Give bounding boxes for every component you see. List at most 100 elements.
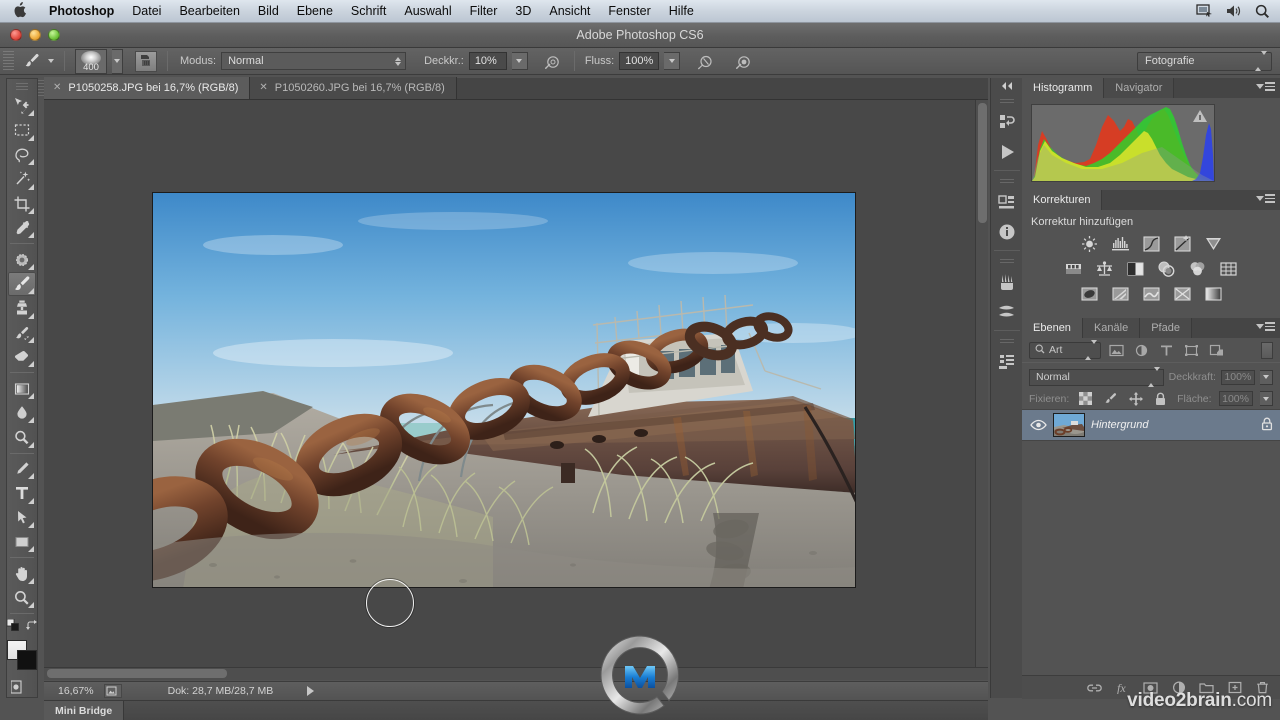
- curves-icon[interactable]: [1140, 235, 1162, 253]
- pen-tool[interactable]: [8, 457, 36, 481]
- brush-panel-toggle-button[interactable]: [135, 50, 157, 72]
- black-white-icon[interactable]: [1125, 260, 1147, 278]
- brush-panel-icon[interactable]: [992, 267, 1022, 297]
- volume-icon[interactable]: [1226, 4, 1242, 18]
- hue-saturation-icon[interactable]: [1063, 260, 1085, 278]
- filter-smartobject-icon[interactable]: [1207, 341, 1226, 359]
- document-tab-p1050258[interactable]: ✕ P1050258.JPG bei 16,7% (RGB/8): [44, 77, 251, 99]
- canvas-vertical-scrollbar[interactable]: [975, 100, 988, 680]
- brush-size-stepper[interactable]: [112, 48, 123, 74]
- layer-fill-input[interactable]: 100%: [1218, 391, 1253, 406]
- magic-wand-tool[interactable]: [8, 167, 36, 191]
- tab-pfade[interactable]: Pfade: [1140, 318, 1192, 338]
- airbrush-icon[interactable]: [694, 51, 716, 71]
- zoom-tool[interactable]: [8, 586, 36, 610]
- link-layers-icon[interactable]: [1087, 680, 1102, 695]
- rectangular-marquee-tool[interactable]: [8, 118, 36, 142]
- tab-histogramm[interactable]: Histogramm: [1022, 78, 1105, 98]
- info-panel-icon[interactable]: [992, 217, 1022, 247]
- menu-item-bearbeiten[interactable]: Bearbeiten: [170, 0, 248, 23]
- opacity-input[interactable]: 10%: [468, 52, 507, 70]
- blend-mode-select[interactable]: Normal: [221, 52, 407, 70]
- levels-icon[interactable]: [1109, 235, 1131, 253]
- menu-item-schrift[interactable]: Schrift: [342, 0, 395, 23]
- brush-preset-picker[interactable]: 400: [72, 48, 126, 74]
- tools-panel-grip[interactable]: [16, 83, 28, 91]
- menu-item-3d[interactable]: 3D: [506, 0, 540, 23]
- gradient-map-icon[interactable]: [1202, 285, 1224, 303]
- tab-ebenen[interactable]: Ebenen: [1022, 318, 1083, 338]
- menu-item-datei[interactable]: Datei: [123, 0, 170, 23]
- menu-item-ebene[interactable]: Ebene: [288, 0, 342, 23]
- lock-icon[interactable]: [1261, 417, 1273, 434]
- exposure-icon[interactable]: [1171, 235, 1193, 253]
- display-icon[interactable]: [1196, 4, 1213, 18]
- lasso-tool[interactable]: [8, 143, 36, 167]
- panel-menu-icon[interactable]: [1256, 82, 1275, 91]
- layer-fill-dropdown[interactable]: [1259, 391, 1273, 406]
- lock-all-icon[interactable]: [1152, 390, 1170, 408]
- brightness-contrast-icon[interactable]: [1078, 235, 1100, 253]
- lock-position-icon[interactable]: [1127, 390, 1145, 408]
- blur-tool[interactable]: [8, 401, 36, 425]
- dodge-tool[interactable]: [8, 425, 36, 449]
- mini-bridge-tab[interactable]: Mini Bridge: [44, 700, 125, 720]
- history-brush-tool[interactable]: [8, 321, 36, 345]
- clone-stamp-tool[interactable]: [8, 296, 36, 320]
- gradient-tool[interactable]: [8, 376, 36, 400]
- move-tool[interactable]: [8, 94, 36, 118]
- color-balance-icon[interactable]: [1094, 260, 1116, 278]
- hand-tool[interactable]: [8, 561, 36, 585]
- spotlight-search-icon[interactable]: [1255, 4, 1270, 19]
- document-info-icon[interactable]: [103, 684, 122, 698]
- quick-mask-icon[interactable]: [9, 678, 35, 698]
- history-panel-icon[interactable]: [992, 107, 1022, 137]
- eye-icon[interactable]: [1029, 416, 1047, 434]
- type-tool[interactable]: [8, 481, 36, 505]
- brush-presets-panel-icon[interactable]: [992, 297, 1022, 327]
- layer-filter-kind-select[interactable]: Art: [1029, 340, 1101, 360]
- lock-transparent-pixels-icon[interactable]: [1076, 390, 1094, 408]
- apple-icon[interactable]: [13, 1, 26, 21]
- close-icon[interactable]: ✕: [259, 83, 267, 93]
- options-bar-grip[interactable]: [3, 51, 14, 71]
- layer-list-empty-area[interactable]: [1022, 441, 1280, 675]
- path-selection-tool[interactable]: [8, 506, 36, 530]
- panel-menu-icon[interactable]: [1256, 322, 1275, 331]
- eraser-tool[interactable]: [8, 345, 36, 369]
- collapse-panels-icon[interactable]: [991, 78, 1023, 94]
- background-color-swatch[interactable]: [17, 650, 37, 671]
- layer-name[interactable]: Hintergrund: [1091, 419, 1148, 431]
- mini-bridge-panel-icon[interactable]: [992, 187, 1022, 217]
- vibrance-icon[interactable]: [1202, 235, 1224, 253]
- close-icon[interactable]: ✕: [53, 83, 61, 93]
- dock-group-grip[interactable]: [999, 179, 1014, 185]
- swap-colors-icon[interactable]: [26, 619, 37, 634]
- crop-tool[interactable]: [8, 192, 36, 216]
- current-tool-indicator[interactable]: [18, 51, 57, 71]
- layer-blend-mode-select[interactable]: Normal: [1029, 367, 1164, 387]
- menu-item-fenster[interactable]: Fenster: [599, 0, 659, 23]
- canvas-horizontal-scrollbar[interactable]: [44, 667, 988, 680]
- document-image[interactable]: [152, 192, 856, 588]
- canvas-area[interactable]: [44, 100, 988, 680]
- document-tab-p1050260[interactable]: ✕ P1050260.JPG bei 16,7% (RGB/8): [250, 77, 457, 99]
- photo-filter-icon[interactable]: [1156, 260, 1178, 278]
- tab-navigator[interactable]: Navigator: [1104, 78, 1175, 98]
- filter-shape-icon[interactable]: [1182, 341, 1201, 359]
- panel-menu-icon[interactable]: [1256, 194, 1275, 203]
- spot-healing-brush-tool[interactable]: [8, 247, 36, 271]
- posterize-icon[interactable]: [1109, 285, 1131, 303]
- color-lookup-icon[interactable]: [1218, 260, 1240, 278]
- opacity-dropdown-button[interactable]: [511, 52, 528, 70]
- flow-dropdown-button[interactable]: [664, 52, 681, 70]
- brush-tool[interactable]: [8, 271, 36, 297]
- filter-toggle-icon[interactable]: [1261, 341, 1273, 359]
- rectangle-shape-tool[interactable]: [8, 530, 36, 554]
- layer-thumbnail[interactable]: [1053, 413, 1085, 437]
- filter-adjustment-icon[interactable]: [1132, 341, 1151, 359]
- menu-item-auswahl[interactable]: Auswahl: [395, 0, 460, 23]
- dock-group-grip[interactable]: [999, 99, 1014, 105]
- brush-preview[interactable]: 400: [75, 48, 107, 74]
- dock-group-grip[interactable]: [999, 339, 1014, 345]
